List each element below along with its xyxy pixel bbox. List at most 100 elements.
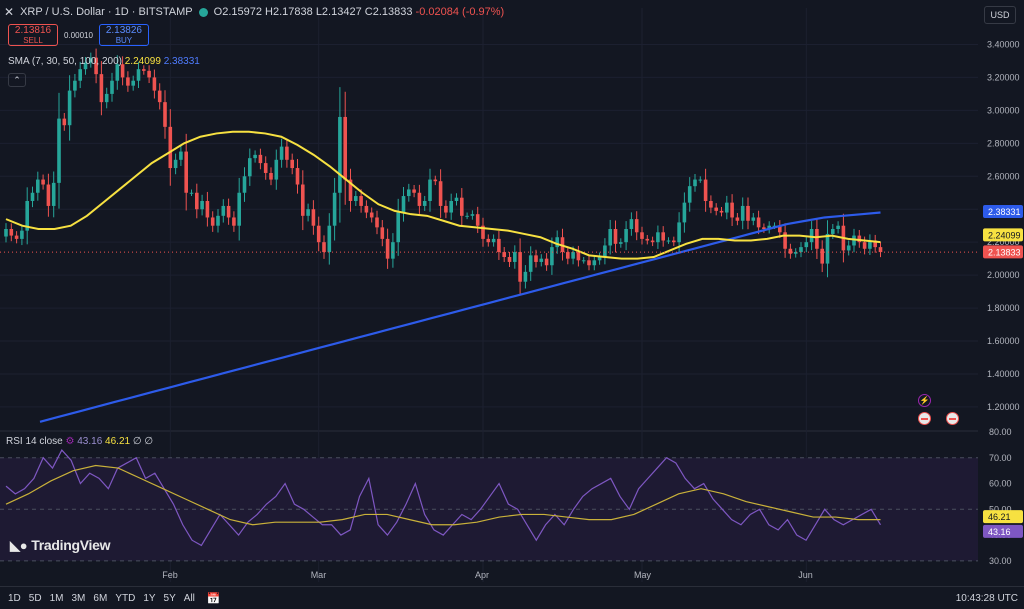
candle-body	[878, 247, 883, 253]
rsi-ma-tag: 46.21	[988, 512, 1011, 522]
candle-body	[253, 154, 257, 159]
sma200-price-tag: 2.38331	[988, 207, 1021, 217]
candle-body	[460, 197, 464, 216]
candle-body	[449, 200, 453, 213]
candle-body	[343, 116, 347, 180]
candle-body	[375, 217, 379, 228]
range-ytd[interactable]: YTD	[115, 593, 135, 604]
range-1d[interactable]: 1D	[8, 593, 21, 604]
candle-body	[30, 192, 35, 201]
sma50-price-tag: 2.24099	[988, 230, 1021, 240]
rsi-pane	[0, 448, 978, 562]
last-price-tag: 2.13833	[988, 247, 1021, 257]
candle-body	[131, 80, 135, 86]
candle-body	[316, 225, 321, 243]
price-tick-label: 1.60000	[987, 336, 1020, 346]
close-icon[interactable]: ✕	[4, 5, 14, 19]
candle-body	[804, 242, 809, 248]
candle-body	[142, 69, 146, 71]
candle-body	[407, 189, 411, 197]
candle-body	[534, 255, 538, 262]
candle-body	[242, 176, 247, 193]
candle-body	[656, 232, 660, 243]
candle-body	[693, 179, 697, 187]
candle-body	[836, 225, 840, 229]
price-chart[interactable]: 1.200001.400001.600001.800002.000002.200…	[0, 0, 1024, 609]
us-flag-icon[interactable]	[946, 412, 959, 425]
candle-body	[157, 90, 162, 103]
candlestick-series	[4, 48, 883, 296]
buy-price: 2.13826	[105, 25, 142, 36]
candle-body	[274, 159, 279, 180]
candle-body	[14, 235, 19, 239]
market-open-icon	[198, 7, 208, 17]
candle-body	[51, 182, 56, 206]
candle-body	[539, 258, 544, 262]
candle-body	[263, 163, 268, 173]
candle-body	[285, 146, 289, 160]
range-all[interactable]: All	[184, 593, 195, 604]
sell-button[interactable]: 2.13816 SELL	[8, 24, 58, 46]
candle-body	[788, 248, 793, 254]
bottom-toolbar: 1D 5D 1M 3M 6M YTD 1Y 5Y All 📅 10:43:28 …	[0, 586, 1024, 609]
candle-body	[173, 159, 178, 169]
candle-body	[566, 252, 570, 259]
candle-body	[200, 200, 204, 210]
rsi-legend[interactable]: RSI 14 close ⚙ 43.16 46.21 ∅ ∅	[6, 436, 153, 447]
range-5y[interactable]: 5Y	[164, 593, 176, 604]
change-value: -0.02084 (-0.97%)	[415, 6, 505, 18]
candle-body	[99, 74, 104, 103]
candle-body	[401, 196, 406, 213]
rsi-tag: 43.16	[988, 527, 1011, 537]
candle-body	[78, 69, 82, 81]
candle-body	[184, 151, 188, 193]
candle-body	[470, 214, 475, 216]
time-tick-label: Mar	[311, 570, 327, 580]
range-3m[interactable]: 3M	[72, 593, 86, 604]
chevron-up-icon[interactable]: ⌃	[8, 73, 26, 87]
buy-button[interactable]: 2.13826 BUY	[98, 24, 149, 46]
candle-body	[4, 229, 8, 237]
trade-panel: 2.13816 SELL 0.00010 2.13826 BUY	[8, 24, 149, 46]
candle-body	[163, 102, 167, 127]
candle-body	[687, 186, 692, 203]
range-6m[interactable]: 6M	[93, 593, 107, 604]
event-icons: ⚡	[914, 394, 964, 428]
lightning-icon[interactable]: ⚡	[918, 394, 931, 407]
candle-body	[740, 205, 745, 221]
price-tick-label: 1.80000	[987, 303, 1020, 313]
candle-body	[327, 225, 332, 253]
candle-body	[725, 202, 729, 213]
candle-body	[751, 217, 756, 221]
range-5d[interactable]: 5D	[29, 593, 42, 604]
candle-body	[756, 217, 761, 228]
candle-body	[528, 255, 533, 272]
rsi-tick-label: 60.00	[989, 479, 1012, 489]
candle-body	[136, 69, 141, 81]
symbol-title[interactable]: XRP / U.S. Dollar · 1D · BITSTAMP	[20, 6, 193, 18]
candle-body	[412, 189, 416, 193]
range-1y[interactable]: 1Y	[143, 593, 155, 604]
sma-legend[interactable]: SMA (7, 30, 50, 100, 200) 2.24099 2.3833…	[8, 56, 200, 67]
us-flag-icon[interactable]	[918, 412, 931, 425]
rsi-tick-label: 30.00	[989, 556, 1012, 566]
candle-body	[104, 93, 109, 103]
candle-body	[73, 80, 77, 91]
currency-button[interactable]: USD	[984, 6, 1016, 24]
candle-body	[645, 238, 650, 241]
range-1m[interactable]: 1M	[50, 593, 64, 604]
rsi-settings-icon[interactable]: ⚙	[65, 436, 74, 447]
rsi-ma-value: 46.21	[105, 436, 131, 447]
sma200-value: 2.38331	[163, 56, 200, 67]
candle-body	[269, 172, 273, 180]
candle-body	[226, 205, 231, 218]
candle-body	[279, 146, 284, 160]
candle-body	[126, 77, 130, 86]
calendar-icon[interactable]: 📅	[207, 592, 221, 605]
candle-body	[41, 179, 45, 185]
candle-body	[62, 118, 67, 126]
candle-body	[258, 154, 263, 164]
candle-body	[677, 222, 681, 243]
rsi-tick-label: 80.00	[989, 427, 1012, 437]
candle-body	[799, 247, 803, 253]
